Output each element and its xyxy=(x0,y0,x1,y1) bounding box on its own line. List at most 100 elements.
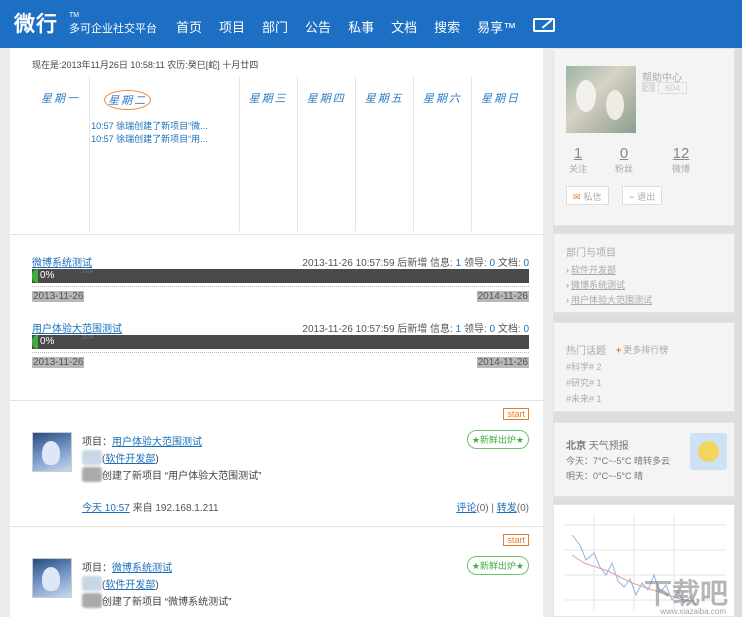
event-item[interactable]: 10:57 徐瑞创建了新项目“微... xyxy=(91,120,208,133)
badge-a: 2 xyxy=(642,82,656,92)
docs-label: 文档: xyxy=(497,258,521,269)
end-date: 2014-11-26 xyxy=(476,291,529,302)
department-item[interactable]: › 软件开发部 xyxy=(566,263,616,276)
feed-post: start ★新鲜出炉★ 项目：微博系统测试 徐瑞(软件开发部) 徐瑞创建了新项… xyxy=(32,534,529,617)
event-item[interactable]: 10:57 徐瑞创建了新项目“用... xyxy=(91,133,208,146)
week-calendar: 星期一 星期二 10:57 徐瑞创建了新项目“微... 10:57 徐瑞创建了新… xyxy=(32,76,529,231)
item-label: 微博系统测试 xyxy=(571,280,626,290)
nav-search[interactable]: 搜索 xyxy=(434,17,460,36)
logo-tm: TM xyxy=(69,12,80,19)
progress-fill xyxy=(32,269,38,283)
compose-icon[interactable] xyxy=(533,18,556,32)
department-item[interactable]: › 用户体验大范围测试 xyxy=(566,293,652,306)
bar-year: 2014 xyxy=(82,335,94,341)
weekday-label: 星期六 xyxy=(422,92,462,105)
end-date: 2014-11-26 xyxy=(476,357,529,368)
department-link[interactable]: 软件开发部 xyxy=(105,454,155,465)
post-footer: 今天 10:57 来自 192.168.1.211 评论(0) | 转发(0) xyxy=(82,499,529,514)
project-link[interactable]: 用户体验大范围测试 xyxy=(112,437,202,448)
avatar[interactable] xyxy=(32,558,72,598)
progress-bar: 0% 2014 xyxy=(32,269,529,283)
nav-home[interactable]: 首页 xyxy=(176,17,202,36)
department-item[interactable]: › 微博系统测试 xyxy=(566,278,625,291)
day-fri[interactable]: 星期五 xyxy=(356,76,414,231)
message-button[interactable]: ✉ 私信 xyxy=(566,186,609,205)
post-content: 创建了新项目 “用户体验大范围测试” xyxy=(102,471,262,482)
leader-label: 领导: xyxy=(463,324,487,335)
day-thu[interactable]: 星期四 xyxy=(298,76,356,231)
logo-subtitle: 多可企业社交平台 xyxy=(69,23,157,35)
project-link[interactable]: 微博系统测试 xyxy=(32,254,92,269)
profile-avatar[interactable] xyxy=(566,66,636,133)
badge-b: 604 xyxy=(658,82,688,94)
day-mon[interactable]: 星期一 xyxy=(32,76,91,231)
topic-item[interactable]: #研究# 1 xyxy=(566,376,602,389)
post-time[interactable]: 今天 10:57 xyxy=(82,503,130,514)
stat-label: 微博 xyxy=(671,164,690,174)
action-divider: | xyxy=(491,503,494,514)
comment-link[interactable]: 评论 xyxy=(456,503,476,514)
divider xyxy=(10,526,543,527)
timeline-scale: 2013-11-26 2014-11-26 xyxy=(32,350,529,368)
weekday-label: 星期一 xyxy=(41,92,81,105)
day-events: 10:57 徐瑞创建了新项目“微... 10:57 徐瑞创建了新项目“用... xyxy=(91,120,208,146)
leader-count[interactable]: 0 xyxy=(490,324,496,335)
info-count[interactable]: 1 xyxy=(456,258,462,269)
leader-count[interactable]: 0 xyxy=(490,258,496,269)
day-tue[interactable]: 星期二 10:57 徐瑞创建了新项目“微... 10:57 徐瑞创建了新项目“用… xyxy=(90,76,240,231)
project-progress: 用户体验大范围测试 2013-11-26 10:57:59 后新增 信息: 1 … xyxy=(32,320,529,368)
topics-title: 热门话题 xyxy=(566,346,606,357)
info-count[interactable]: 1 xyxy=(456,324,462,335)
nav-share[interactable]: 易享™ xyxy=(477,17,516,36)
project-link[interactable]: 微博系统测试 xyxy=(112,563,172,574)
project-link[interactable]: 用户体验大范围测试 xyxy=(32,320,122,335)
docs-label: 文档: xyxy=(497,324,521,335)
user-name-blurred[interactable]: 徐瑞 xyxy=(82,450,102,465)
topic-item[interactable]: #未来# 1 xyxy=(566,392,602,405)
app-logo[interactable]: 微行 TM 多可企业社交平台 xyxy=(14,8,157,38)
main-nav: 首页 项目 部门 公告 私事 文档 搜索 易享™ xyxy=(176,17,556,36)
progress-fill xyxy=(32,335,38,349)
watermark-url: www.xiazaiba.com xyxy=(660,607,726,616)
meta-prefix: 2013-11-26 10:57:59 后新增 信息: xyxy=(302,258,453,269)
author-blurred[interactable]: 徐瑞 xyxy=(82,593,102,608)
feed-post: start ★新鲜出炉★ 项目：用户体验大范围测试 徐瑞(软件开发部) 徐瑞创建… xyxy=(32,408,529,518)
user-name-blurred[interactable]: 徐瑞 xyxy=(82,576,102,591)
post-project-line: 项目：用户体验大范围测试 xyxy=(82,433,202,448)
logout-button[interactable]: − 退出 xyxy=(622,186,663,205)
stat-following[interactable]: 1 关注 xyxy=(558,145,598,175)
message-icon: ✉ xyxy=(573,192,581,202)
stat-posts[interactable]: 12 微博 xyxy=(661,145,701,175)
more-rankings-link[interactable]: + 更多排行榜 xyxy=(616,343,668,356)
docs-count[interactable]: 0 xyxy=(523,258,529,269)
department-card: 部门与项目 › 软件开发部 › 微博系统测试 › 用户体验大范围测试 xyxy=(553,233,735,313)
repost-count: (0) xyxy=(516,503,529,514)
sidebar: 帮助中心 2 604 1 关注 0 粉丝 12 微博 ✉ 私信 − 退出 部门与项目 › 软… xyxy=(553,48,742,617)
nav-documents[interactable]: 文档 xyxy=(391,17,417,36)
weather-card: 北京 天气预报 今天：7°C~-5°C 晴转多云 明天：0°C~-5°C 晴 xyxy=(553,422,735,497)
repost-link[interactable]: 转发 xyxy=(497,503,517,514)
day-sun[interactable]: 星期日 xyxy=(472,76,529,231)
nav-departments[interactable]: 部门 xyxy=(262,17,288,36)
nav-private[interactable]: 私事 xyxy=(348,17,374,36)
nav-projects[interactable]: 项目 xyxy=(219,17,245,36)
day-wed[interactable]: 星期三 xyxy=(240,76,298,231)
meta-prefix: 2013-11-26 10:57:59 后新增 信息: xyxy=(302,324,453,335)
department-title: 部门与项目 xyxy=(566,248,616,259)
weekday-label: 星期五 xyxy=(364,92,404,105)
day-sat[interactable]: 星期六 xyxy=(414,76,472,231)
logout-label: 退出 xyxy=(637,192,656,202)
author-blurred[interactable]: 徐瑞 xyxy=(82,467,102,482)
department-link[interactable]: 软件开发部 xyxy=(105,580,155,591)
stat-value: 0 xyxy=(619,145,629,162)
project-progress: 微博系统测试 2013-11-26 10:57:59 后新增 信息: 1 领导:… xyxy=(32,254,529,302)
avatar[interactable] xyxy=(32,432,72,472)
docs-count[interactable]: 0 xyxy=(523,324,529,335)
current-date: 现在是:2013年11月26日 10:58:11 农历:癸巳[蛇] 十月廿四 xyxy=(32,60,259,70)
divider xyxy=(10,400,543,401)
project-meta: 2013-11-26 10:57:59 后新增 信息: 1 领导: 0 文档: … xyxy=(302,254,529,269)
topic-item[interactable]: #科学# 2 xyxy=(566,360,602,373)
project-meta: 2013-11-26 10:57:59 后新增 信息: 1 领导: 0 文档: … xyxy=(302,320,529,335)
stat-followers[interactable]: 0 粉丝 xyxy=(604,145,644,175)
nav-announcements[interactable]: 公告 xyxy=(305,17,331,36)
